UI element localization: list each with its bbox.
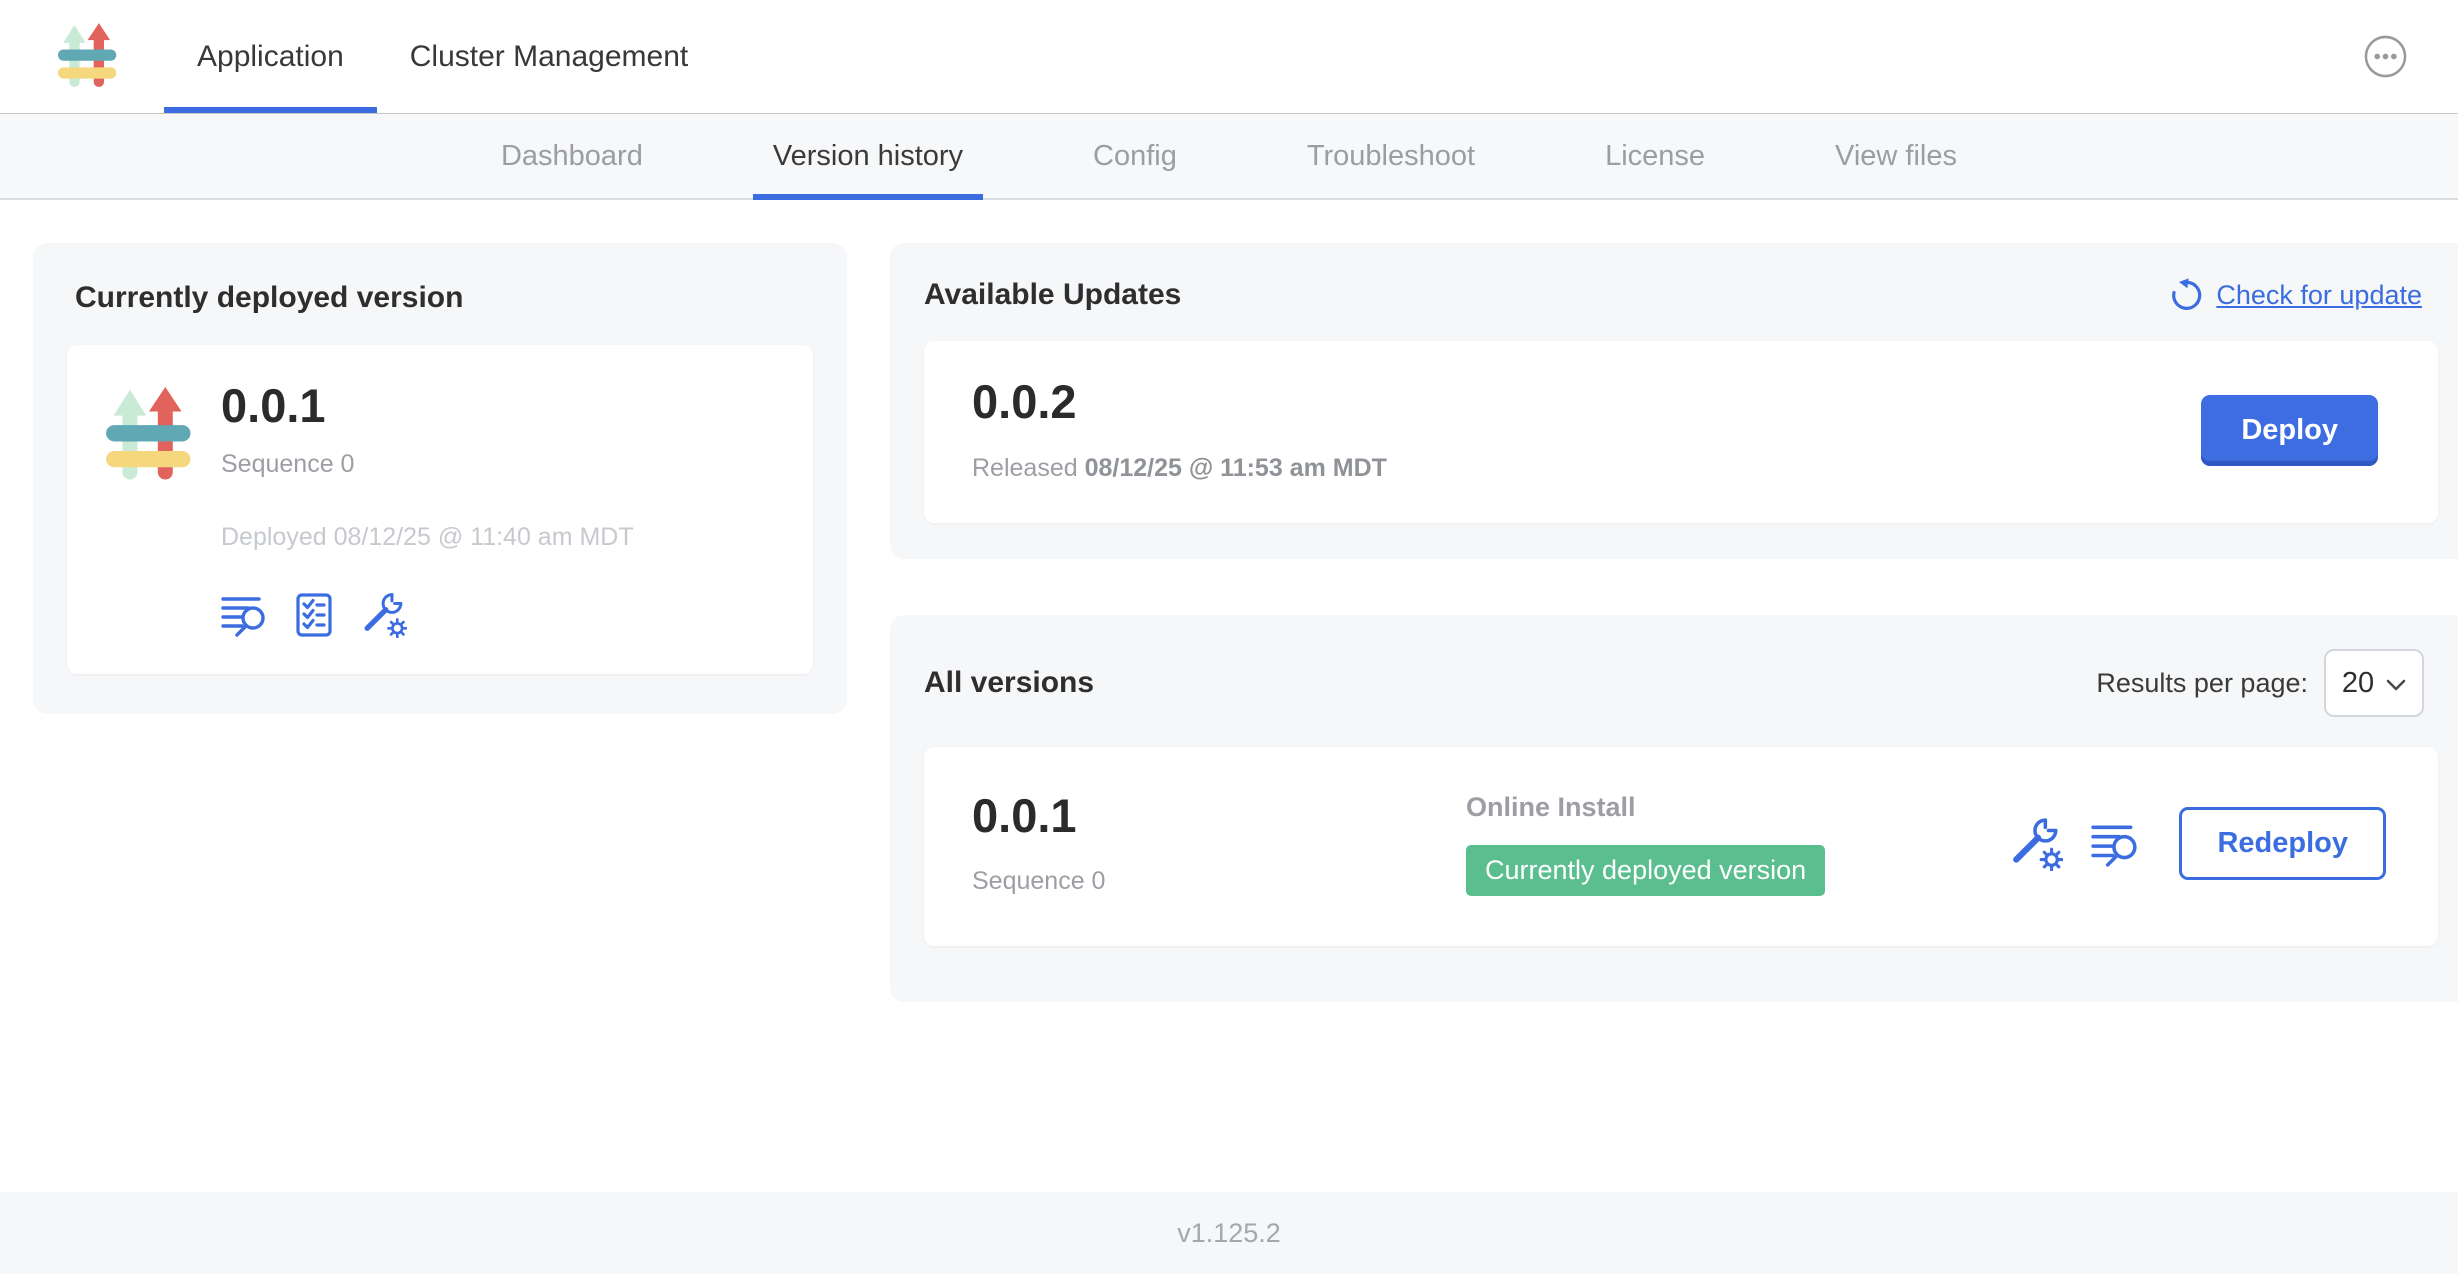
- subnav-tab-troubleshoot[interactable]: Troubleshoot: [1287, 114, 1495, 198]
- redeploy-button[interactable]: Redeploy: [2179, 807, 2386, 880]
- tab-application[interactable]: Application: [164, 0, 377, 113]
- config-icon[interactable]: [361, 592, 407, 638]
- main-content: Currently deployed version 0.0.1 Sequenc…: [0, 200, 2458, 1192]
- app-logo-icon: [58, 22, 120, 92]
- subnav-tab-dashboard[interactable]: Dashboard: [481, 114, 663, 198]
- currently-deployed-title: Currently deployed version: [75, 281, 813, 315]
- logs-icon[interactable]: [2091, 820, 2139, 868]
- update-version-number: 0.0.2: [972, 377, 1387, 426]
- currently-deployed-card: Currently deployed version 0.0.1 Sequenc…: [33, 243, 847, 714]
- console-version-label: v1.125.2: [1177, 1218, 1281, 1249]
- app-footer: v1.125.2: [0, 1192, 2458, 1274]
- app-subnav: Dashboard Version history Config Trouble…: [0, 114, 2458, 200]
- deployed-timestamp: Deployed 08/12/25 @ 11:40 am MDT: [221, 523, 634, 552]
- subnav-tab-license[interactable]: License: [1585, 114, 1725, 198]
- app-header: Application Cluster Management: [0, 0, 2458, 114]
- deploy-button[interactable]: Deploy: [2201, 395, 2378, 466]
- version-row: 0.0.1 Sequence 0 Online Install Currentl…: [924, 747, 2438, 945]
- deployed-version-number: 0.0.1: [221, 381, 634, 430]
- released-label: Released: [972, 454, 1078, 482]
- tab-cluster-management-label: Cluster Management: [410, 40, 688, 74]
- tab-application-label: Application: [197, 40, 344, 74]
- available-update-row: 0.0.2 Released 08/12/25 @ 11:53 am MDT D…: [924, 341, 2438, 523]
- all-versions-title: All versions: [924, 666, 1094, 700]
- install-type-label: Online Install: [1466, 792, 2009, 823]
- results-per-page-select[interactable]: 20: [2324, 649, 2424, 717]
- subnav-tab-view-files[interactable]: View files: [1815, 114, 1977, 198]
- config-icon[interactable]: [2009, 817, 2063, 871]
- row-sequence-label: Sequence 0: [972, 867, 1466, 896]
- currently-deployed-version-card: 0.0.1 Sequence 0 Deployed 08/12/25 @ 11:…: [67, 345, 813, 674]
- subnav-tab-config[interactable]: Config: [1073, 114, 1197, 198]
- check-for-update-label: Check for update: [2216, 280, 2422, 311]
- subnav-tab-version-history[interactable]: Version history: [753, 114, 983, 198]
- refresh-icon: [2168, 277, 2204, 313]
- released-timestamp: 08/12/25 @ 11:53 am MDT: [1085, 454, 1387, 482]
- preflight-checks-icon[interactable]: [291, 592, 337, 638]
- row-version-number: 0.0.1: [972, 791, 1466, 840]
- available-updates-card: Available Updates Check for update 0.0.2…: [890, 243, 2458, 559]
- available-updates-title: Available Updates: [924, 278, 1181, 312]
- overflow-menu-icon[interactable]: [2363, 34, 2408, 79]
- deployed-sequence-label: Sequence 0: [221, 450, 634, 479]
- app-logo-icon: [105, 387, 197, 485]
- all-versions-card: All versions Results per page: 20 0.0.1 …: [890, 615, 2458, 1001]
- tab-cluster-management[interactable]: Cluster Management: [377, 0, 721, 113]
- check-for-update-link[interactable]: Check for update: [2168, 277, 2422, 313]
- chevron-down-icon: [2386, 679, 2406, 692]
- results-per-page-value: 20: [2342, 667, 2374, 700]
- results-per-page-label: Results per page:: [2096, 668, 2308, 699]
- logs-icon[interactable]: [221, 592, 267, 638]
- currently-deployed-badge: Currently deployed version: [1466, 845, 1825, 896]
